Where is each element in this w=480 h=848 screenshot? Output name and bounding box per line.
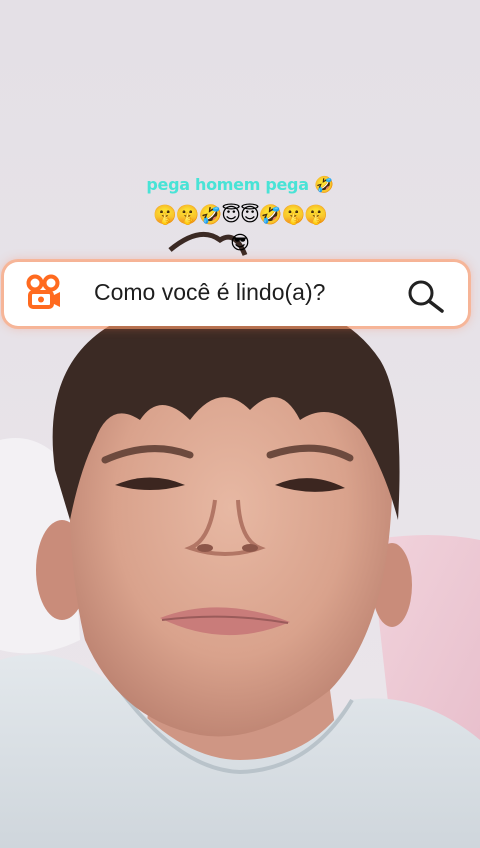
search-bar-overlay[interactable]: Como você é lindo(a)? [4, 262, 468, 326]
caption-line-3: 😎 [230, 232, 250, 254]
kwai-logo-icon [24, 272, 64, 312]
video-frame: pega homem pega 🤣 🤫🤫🤣😇😇🤣🤫🤫 😎 Como você é… [0, 0, 480, 848]
caption-line-2: 🤫🤫🤣😇😇🤣🤫🤫 [153, 204, 328, 226]
caption-line-1: pega homem pega 🤣 [146, 175, 334, 194]
selfie-photo [0, 0, 480, 848]
right-nostril [242, 544, 258, 552]
search-query-text: Como você é lindo(a)? [94, 279, 326, 305]
left-nostril [197, 544, 213, 552]
search-icon[interactable] [404, 276, 448, 316]
